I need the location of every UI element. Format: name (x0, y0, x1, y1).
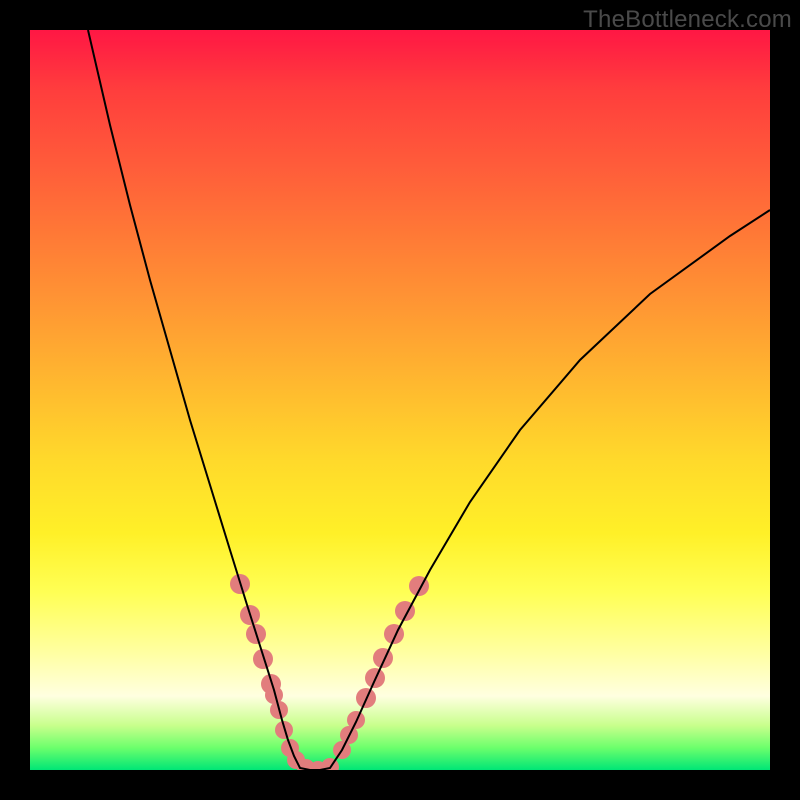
watermark-text: TheBottleneck.com (583, 6, 792, 34)
curve-marker (373, 648, 393, 668)
chart-svg (30, 30, 770, 770)
bottleneck-curve (88, 30, 770, 770)
chart-frame: TheBottleneck.com (0, 0, 800, 800)
marker-group (230, 574, 429, 770)
